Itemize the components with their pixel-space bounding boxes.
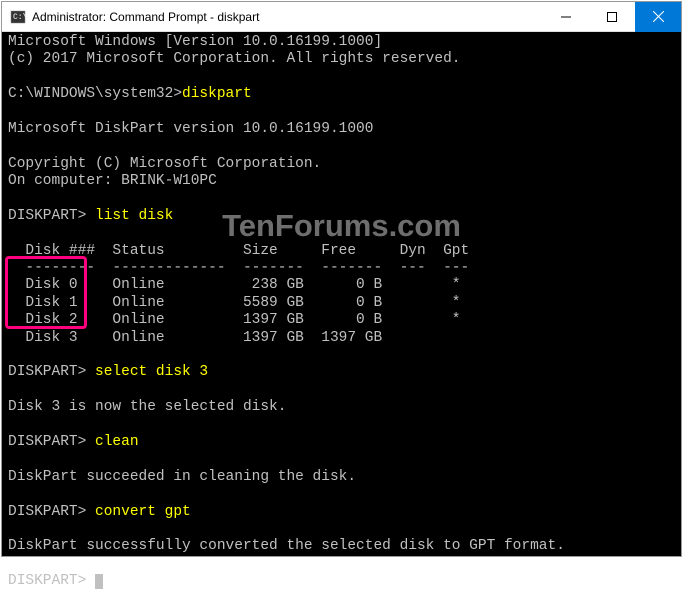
table-row: Disk 2 Online 1397 GB 0 B *: [8, 312, 460, 328]
diskpart-version: Microsoft DiskPart version 10.0.16199.10…: [8, 121, 373, 137]
prompt-path: C:\WINDOWS\system32>: [8, 86, 182, 102]
cmd-list-disk: list disk: [95, 208, 173, 224]
cmd-select-disk: select disk 3: [95, 364, 208, 380]
clean-result: DiskPart succeeded in cleaning the disk.: [8, 469, 356, 485]
cmd-convert-gpt: convert gpt: [95, 504, 191, 520]
titlebar[interactable]: C:\ Administrator: Command Prompt - disk…: [2, 2, 681, 32]
svg-text:C:\: C:\: [13, 13, 26, 22]
diskpart-copyright: Copyright (C) Microsoft Corporation.: [8, 156, 321, 172]
terminal-output[interactable]: Microsoft Windows [Version 10.0.16199.10…: [2, 32, 681, 556]
table-row: Disk 0 Online 238 GB 0 B *: [8, 277, 460, 293]
close-button[interactable]: [635, 2, 681, 32]
window-title: Administrator: Command Prompt - diskpart: [32, 10, 543, 24]
table-row: Disk 1 Online 5589 GB 0 B *: [8, 295, 460, 311]
convert-result: DiskPart successfully converted the sele…: [8, 538, 565, 554]
diskpart-prompt: DISKPART>: [8, 573, 95, 589]
command-prompt-window: C:\ Administrator: Command Prompt - disk…: [2, 2, 681, 556]
diskpart-prompt: DISKPART>: [8, 504, 95, 520]
app-icon: C:\: [10, 9, 26, 25]
select-result: Disk 3 is now the selected disk.: [8, 399, 286, 415]
diskpart-prompt: DISKPART>: [8, 208, 95, 224]
minimize-button[interactable]: [543, 2, 589, 32]
diskpart-prompt: DISKPART>: [8, 434, 95, 450]
table-row: Disk 3 Online 1397 GB 1397 GB: [8, 330, 382, 346]
maximize-button[interactable]: [589, 2, 635, 32]
os-version-line: Microsoft Windows [Version 10.0.16199.10…: [8, 34, 382, 50]
copyright-line: (c) 2017 Microsoft Corporation. All righ…: [8, 51, 460, 67]
diskpart-prompt: DISKPART>: [8, 364, 95, 380]
cmd-diskpart: diskpart: [182, 86, 252, 102]
cursor: [95, 574, 103, 589]
computer-name: On computer: BRINK-W10PC: [8, 173, 217, 189]
table-header: Disk ### Status Size Free Dyn Gpt: [8, 243, 469, 259]
cmd-clean: clean: [95, 434, 139, 450]
table-divider: -------- ------------- ------- ------- -…: [8, 260, 469, 276]
